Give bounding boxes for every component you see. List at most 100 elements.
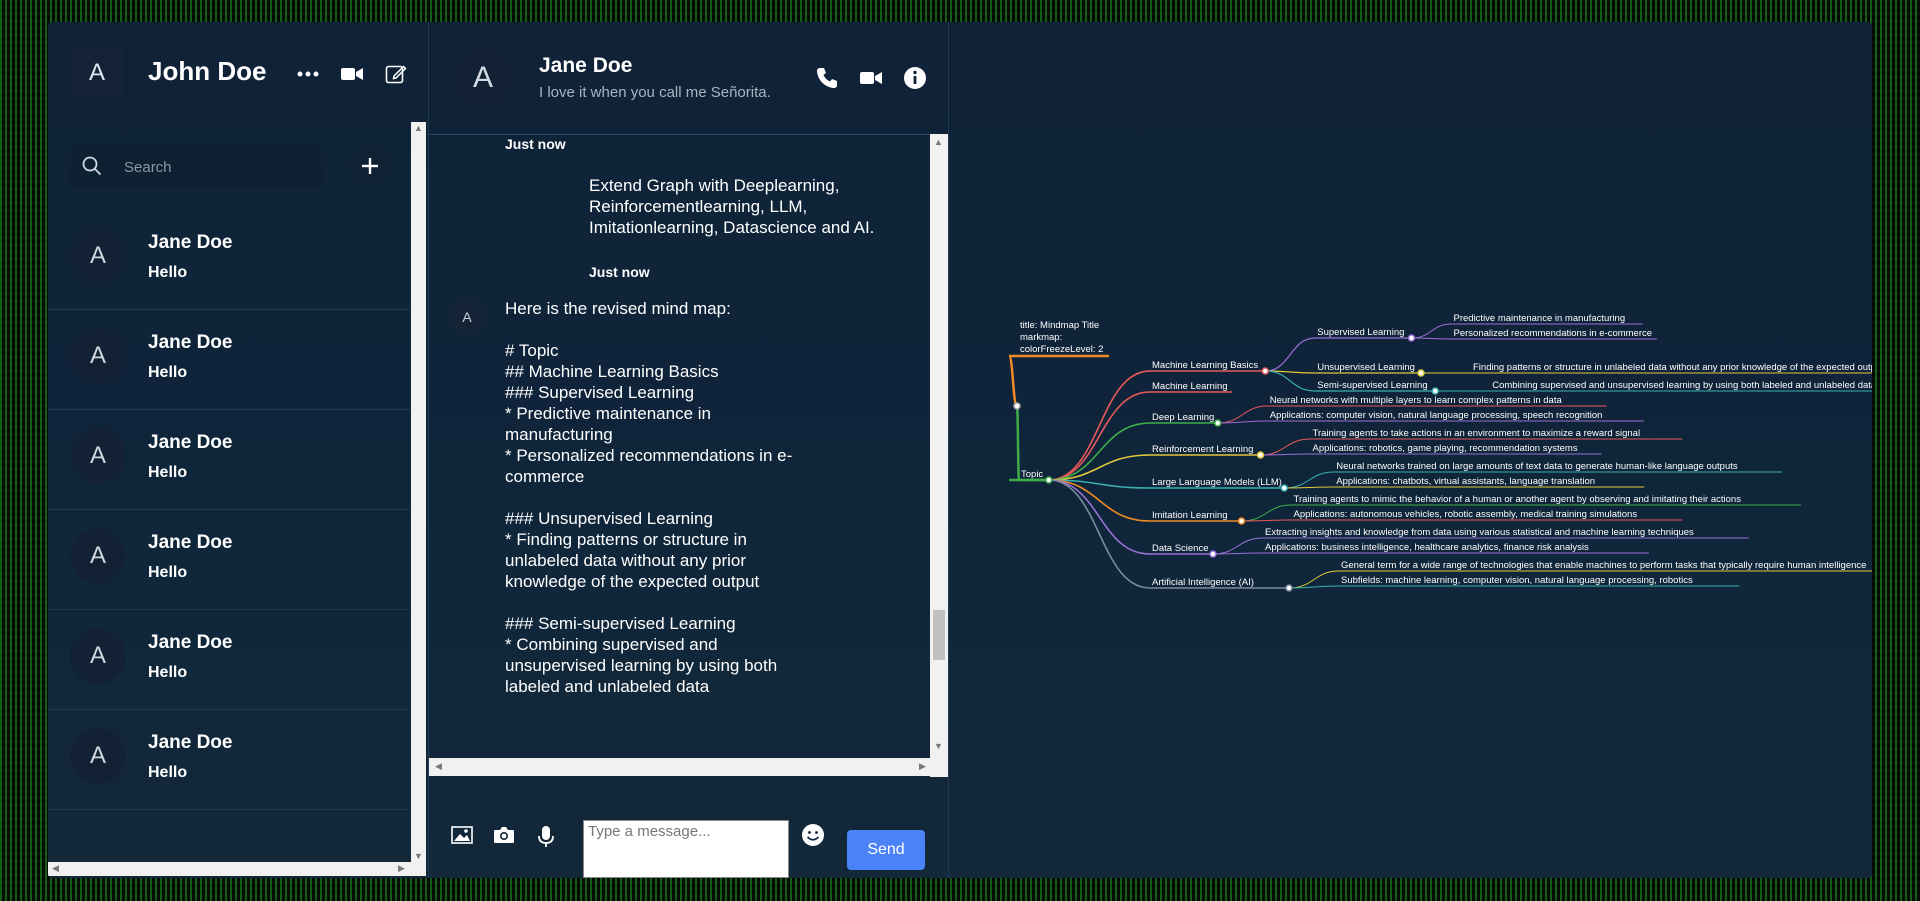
mindmap-link — [1265, 370, 1316, 392]
sidebar-vertical-scrollbar[interactable]: ▲ ▼ — [411, 122, 426, 864]
mindmap-link — [1288, 570, 1340, 589]
sidebar: A John Doe Search A Jane Doe Hello A Jan… — [48, 22, 428, 878]
image-icon[interactable] — [451, 826, 473, 849]
mindmap-link — [1007, 354, 1019, 408]
plus-icon — [362, 158, 378, 174]
emoji-icon[interactable] — [801, 823, 825, 852]
chat-vertical-scrollbar[interactable]: ▲ ▼ — [930, 134, 948, 777]
message-timestamp: Just now — [589, 264, 650, 280]
received-message-avatar: A — [451, 301, 483, 333]
contact-last-message: Hello — [148, 364, 188, 381]
contact-item[interactable]: A Jane Doe Hello — [48, 410, 410, 510]
user-name: John Doe — [148, 56, 267, 86]
message-list: Just now Extend Graph with Deeplearning,… — [429, 134, 930, 780]
mindmap-leaf: Finding patterns or structure in unlabel… — [1473, 362, 1872, 373]
mindmap-branch: Data Science — [1152, 543, 1209, 554]
mindmap-link — [1411, 337, 1452, 340]
mindmap-node — [1285, 584, 1293, 592]
mindmap-node — [1431, 387, 1439, 395]
mindmap-link — [1048, 479, 1151, 589]
microphone-icon[interactable] — [537, 826, 555, 853]
contact-last-message: Hello — [148, 464, 188, 481]
chat-header: A Jane Doe I love it when you call me Se… — [429, 22, 949, 135]
mindmap-leaf: Applications: robotics, game playing, re… — [1313, 443, 1578, 454]
contact-item[interactable]: A Jane Doe Hello — [48, 210, 410, 310]
mindmap-branch: Deep Learning — [1152, 412, 1214, 423]
mindmap-node — [1237, 517, 1246, 525]
mindmap-link — [1411, 323, 1452, 339]
search-input[interactable] — [122, 154, 306, 180]
mindmap-node — [1256, 451, 1265, 459]
mindmap-node — [1045, 476, 1053, 484]
mindmap-link — [1260, 438, 1311, 456]
contact-name: Jane Doe — [148, 232, 233, 253]
mindmap-leaf: Subfields: machine learning, computer vi… — [1341, 575, 1693, 586]
contact-item[interactable]: A Jane Doe Hello — [48, 610, 410, 710]
contact-list: A Jane Doe Hello A Jane Doe Hello A Jane… — [48, 210, 410, 810]
sidebar-horizontal-scrollbar[interactable]: ◀ ▶ — [48, 862, 426, 876]
mindmap-subtopic: Semi-supervised Learning — [1317, 380, 1427, 391]
send-button[interactable]: Send — [847, 830, 925, 870]
mindmap-link — [1048, 479, 1151, 555]
contact-avatar: A — [70, 228, 126, 284]
mindmap-branch: Artificial Intelligence (AI) — [1152, 577, 1254, 588]
chat-panel: A Jane Doe I love it when you call me Se… — [428, 22, 949, 878]
message-input[interactable] — [583, 820, 789, 878]
mindmap-node — [1407, 334, 1416, 342]
contact-item[interactable]: A Jane Doe Hello — [48, 710, 410, 810]
mindmap-header-line: markmap: — [1020, 332, 1062, 343]
search-box — [70, 144, 322, 188]
user-avatar[interactable]: A — [70, 46, 124, 100]
contact-name: Jane Doe — [148, 732, 233, 753]
chat-horizontal-scrollbar[interactable]: ◀ ▶ — [429, 758, 948, 776]
mindmap-leaf: Extracting insights and knowledge from d… — [1265, 527, 1694, 538]
mindmap-leaf: Training agents to take actions in an en… — [1313, 428, 1641, 439]
mindmap-branch: Large Language Models (LLM) — [1152, 477, 1282, 488]
mindmap-subtopic: Supervised Learning — [1317, 327, 1404, 338]
mindmap-branch: Reinforcement Learning — [1152, 444, 1253, 455]
contact-item[interactable]: A Jane Doe Hello — [48, 310, 410, 410]
scrollbar-thumb[interactable] — [933, 610, 945, 660]
contact-avatar: A — [70, 428, 126, 484]
chat-partner-avatar[interactable]: A — [451, 46, 515, 110]
more-icon[interactable] — [296, 62, 320, 86]
mindmap-leaf: Combining supervised and unsupervised le… — [1492, 380, 1872, 391]
mindmap-link — [1212, 537, 1264, 555]
contact-avatar: A — [70, 628, 126, 684]
info-icon[interactable] — [903, 66, 927, 90]
mindmap-link — [1048, 479, 1151, 522]
mindmap-leaf: Personalized recommendations in e-commer… — [1454, 328, 1653, 339]
contact-last-message: Hello — [148, 264, 188, 281]
mindmap-branch: Machine Learning Basics — [1152, 360, 1258, 371]
contact-name: Jane Doe — [148, 532, 233, 553]
add-contact-button[interactable] — [350, 146, 390, 186]
mindmap-root: Topic — [1021, 469, 1043, 480]
mindmap-leaf: Applications: chatbots, virtual assistan… — [1336, 476, 1595, 487]
mindmap-node — [1417, 369, 1425, 377]
camera-icon[interactable] — [493, 826, 515, 849]
mindmap-header-line: title: Mindmap Title — [1020, 320, 1099, 331]
mindmap-graph[interactable]: title: Mindmap Titlemarkmap:colorFreezeL… — [949, 22, 1872, 878]
mindmap-panel: title: Mindmap Title markmap: colorFreezeL… — [948, 22, 1872, 878]
mindmap-leaf: Applications: business intelligence, hea… — [1265, 542, 1589, 553]
mindmap-leaf: Neural networks trained on large amounts… — [1336, 461, 1738, 472]
mindmap-node — [1280, 484, 1288, 492]
contact-name: Jane Doe — [148, 632, 233, 653]
mindmap-link — [1284, 471, 1335, 489]
compose-icon[interactable] — [384, 62, 408, 86]
mindmap-subtopic: Unsupervised Learning — [1317, 362, 1415, 373]
chat-app: A John Doe Search A Jane Doe Hello A Jan… — [48, 22, 1872, 878]
mindmap-leaf: Neural networks with multiple layers to … — [1270, 395, 1563, 406]
mindmap-leaf: Applications: autonomous vehicles, robot… — [1294, 509, 1638, 520]
mindmap-node — [1214, 419, 1222, 427]
video-call-icon[interactable] — [859, 66, 883, 90]
mindmap-link — [1015, 404, 1021, 482]
mindmap-link — [1048, 422, 1151, 481]
contact-avatar: A — [70, 328, 126, 384]
contact-name: Jane Doe — [148, 332, 233, 353]
phone-icon[interactable] — [815, 66, 839, 90]
sidebar-header: A John Doe — [48, 22, 428, 122]
contact-item[interactable]: A Jane Doe Hello — [48, 510, 410, 610]
video-icon[interactable] — [340, 62, 364, 86]
mindmap-leaf: Training agents to mimic the behavior of… — [1294, 494, 1742, 505]
